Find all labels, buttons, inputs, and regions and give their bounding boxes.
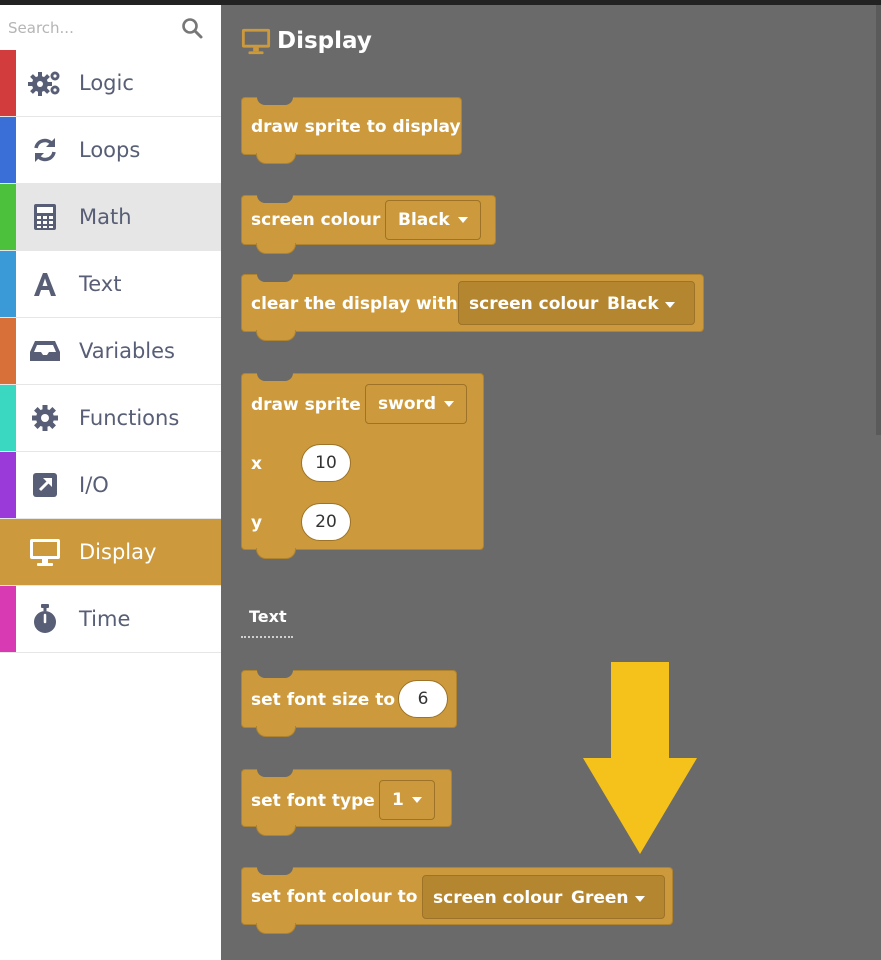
category-label: Time xyxy=(79,607,131,631)
chevron-down-icon[interactable] xyxy=(665,302,675,308)
block-label: set font size to xyxy=(251,690,396,710)
category-logic[interactable]: Logic xyxy=(0,50,221,117)
gears-icon xyxy=(27,68,63,98)
category-time[interactable]: Time xyxy=(0,586,221,653)
category-color-stripe xyxy=(0,184,16,250)
category-label: Variables xyxy=(79,339,175,363)
gear-icon xyxy=(27,403,63,433)
set-font-size-block[interactable]: set font size to 6 xyxy=(241,670,457,737)
category-io[interactable]: I/O xyxy=(0,452,221,519)
x-number-field[interactable]: 10 xyxy=(301,444,351,482)
draw-sprite-block[interactable]: draw sprite sword x 10 y 20 xyxy=(241,373,484,559)
category-label: Text xyxy=(79,272,122,296)
set-font-colour-block[interactable]: set font colour to screen colour Green xyxy=(241,867,673,934)
clear-display-block[interactable]: clear the display with screen colour Bla… xyxy=(241,274,704,341)
set-font-type-block[interactable]: set font type 1 xyxy=(241,769,452,836)
category-label: Logic xyxy=(79,71,134,95)
block-label: draw sprite xyxy=(251,395,361,415)
block-label: set font colour to xyxy=(251,887,418,907)
block-label: draw sprite to display xyxy=(251,117,461,137)
draw-sprite-to-display-block[interactable]: draw sprite to display xyxy=(241,97,462,164)
category-color-stripe xyxy=(0,251,16,317)
text-a-icon xyxy=(27,269,63,299)
category-loops[interactable]: Loops xyxy=(0,117,221,184)
block-label: clear the display with xyxy=(251,294,458,314)
category-label: I/O xyxy=(79,473,109,497)
refresh-icon xyxy=(27,135,63,165)
block-flyout[interactable]: Display draw sprite to display screen co… xyxy=(221,5,881,960)
search-icon[interactable] xyxy=(180,16,204,40)
colour-dropdown[interactable]: Black xyxy=(385,200,481,240)
font-size-number-field[interactable]: 6 xyxy=(398,680,448,718)
sprite-dropdown[interactable]: sword xyxy=(365,384,468,424)
screen-colour-block[interactable]: screen colour Black xyxy=(241,195,496,254)
category-label: Display xyxy=(79,540,157,564)
category-label: Math xyxy=(79,205,132,229)
category-toolbox: Logic Loops Mat xyxy=(0,5,221,960)
stopwatch-icon xyxy=(27,604,63,634)
block-label: screen colour xyxy=(469,294,599,314)
dropdown-value: sword xyxy=(378,394,437,414)
arrow-down-icon xyxy=(583,662,697,854)
screen-colour-inner-block[interactable]: screen colour Black xyxy=(458,281,695,325)
block-label: screen colour xyxy=(433,888,563,908)
x-label: x xyxy=(251,454,262,474)
search-bar xyxy=(0,5,221,50)
monitor-icon xyxy=(241,28,271,55)
category-label: Loops xyxy=(79,138,141,162)
inbox-icon xyxy=(27,336,63,366)
category-color-stripe xyxy=(0,586,16,652)
dropdown-value: 1 xyxy=(392,790,404,810)
category-label: Functions xyxy=(79,406,180,430)
flyout-title: Display xyxy=(277,28,372,54)
category-variables[interactable]: Variables xyxy=(0,318,221,385)
category-display[interactable]: Display xyxy=(0,519,221,586)
flyout-heading: Display xyxy=(241,27,372,55)
calculator-icon xyxy=(27,202,63,232)
category-functions[interactable]: Functions xyxy=(0,385,221,452)
category-color-stripe xyxy=(0,117,16,183)
dropdown-value: Black xyxy=(398,210,450,230)
monitor-icon xyxy=(27,537,63,567)
chevron-down-icon xyxy=(411,797,422,803)
dropdown-value[interactable]: Black xyxy=(607,294,659,314)
block-label: set font type xyxy=(251,791,375,811)
y-number-field[interactable]: 20 xyxy=(301,503,351,541)
category-math[interactable]: Math xyxy=(0,184,221,251)
external-link-icon xyxy=(27,470,63,500)
chevron-down-icon xyxy=(457,217,468,223)
screen-colour-inner-block[interactable]: screen colour Green xyxy=(422,875,665,919)
search-input[interactable] xyxy=(8,13,173,43)
category-color-stripe xyxy=(0,452,16,518)
dropdown-value[interactable]: Green xyxy=(571,888,629,908)
category-color-stripe xyxy=(0,318,16,384)
workspace-scrollbar[interactable] xyxy=(876,5,881,435)
category-text[interactable]: Text xyxy=(0,251,221,318)
chevron-down-icon xyxy=(444,401,455,407)
category-color-stripe xyxy=(0,385,16,451)
category-color-stripe xyxy=(0,50,16,116)
y-label: y xyxy=(251,513,263,533)
category-color-stripe xyxy=(0,519,16,585)
chevron-down-icon[interactable] xyxy=(635,896,645,902)
font-type-dropdown[interactable]: 1 xyxy=(379,780,435,820)
section-divider xyxy=(241,636,293,638)
block-label: screen colour xyxy=(251,210,381,230)
section-label-text: Text xyxy=(249,607,287,626)
